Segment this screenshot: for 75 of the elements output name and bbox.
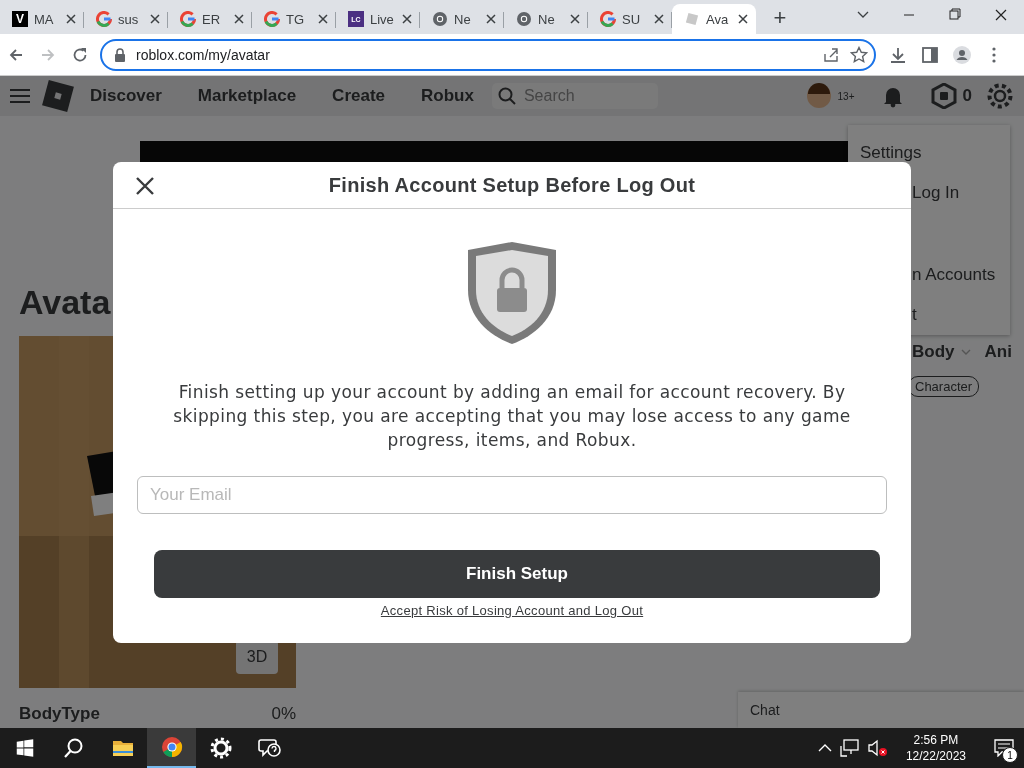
settings-icon[interactable] [986, 82, 1014, 110]
windows-start-icon[interactable] [15, 739, 34, 757]
nav-link[interactable]: Create [332, 86, 386, 106]
menu-icon[interactable] [10, 88, 30, 104]
gear-icon [208, 736, 233, 760]
robux-icon[interactable] [930, 83, 957, 109]
menu-item[interactable]: Settings [860, 142, 922, 163]
category-tab[interactable]: Ani [984, 342, 1012, 362]
browser-tab[interactable]: Ne [504, 4, 588, 34]
nav-link[interactable]: Discover [90, 86, 162, 106]
google-icon [600, 11, 616, 27]
google-icon [96, 11, 112, 27]
category-tab[interactable]: Body [912, 342, 971, 362]
close-icon[interactable] [738, 14, 748, 24]
search-icon [497, 87, 516, 105]
browser-tab[interactable]: Ne [420, 4, 504, 34]
browser-tab[interactable]: Ava [672, 4, 756, 34]
site-logo: V [12, 11, 28, 27]
new-tab-button[interactable]: + [766, 4, 794, 32]
star-icon[interactable] [850, 45, 868, 64]
download-icon[interactable] [889, 45, 907, 64]
shield-lock-icon [466, 240, 558, 346]
close-icon[interactable] [570, 14, 580, 24]
body-type-label: BodyType [19, 704, 100, 724]
close-icon[interactable] [234, 14, 244, 24]
modal-message: Finish setting up your account by adding an email for account recovery. By skipping this step, you are accepting that you may lose access to any game progress, items, and Robux. [172, 381, 852, 452]
nav-link[interactable]: Marketplace [197, 86, 297, 106]
page-heading: Avata [19, 283, 111, 322]
chrome-icon [432, 11, 448, 27]
menu-item[interactable]: t [912, 305, 917, 326]
share-icon[interactable] [822, 45, 840, 64]
google-icon [180, 11, 196, 27]
log-out-link[interactable]: Accept Risk of Losing Account and Log Out [380, 603, 644, 618]
close-icon[interactable] [486, 14, 496, 24]
browser-tab[interactable]: SU [588, 4, 672, 34]
help-chat-icon [257, 736, 282, 760]
network-icon[interactable] [839, 739, 860, 757]
browser-tab[interactable]: ER [168, 4, 252, 34]
robux-balance: 0 [962, 86, 972, 106]
chat-bar[interactable]: Chat [738, 692, 1024, 728]
notification-count: 1 [1002, 747, 1018, 763]
notification-button[interactable]: 1 [984, 728, 1024, 768]
caret-icon [960, 348, 971, 356]
avatar-icon[interactable] [805, 83, 832, 109]
modal-title: Finish Account Setup Before Log Out [328, 173, 696, 197]
close-icon[interactable] [318, 14, 328, 24]
caret-icon[interactable] [817, 743, 832, 753]
lock-icon [114, 47, 126, 62]
browser-tab[interactable]: V MA [0, 4, 84, 34]
profile-icon[interactable] [953, 45, 971, 64]
menu-item[interactable]: Log In [912, 182, 960, 203]
close-icon[interactable] [654, 14, 664, 24]
side-panel-icon[interactable] [921, 45, 939, 64]
finish-setup-button[interactable]: Finish Setup [154, 550, 880, 598]
clock-time: 2:56 PM [913, 732, 959, 748]
chrome-icon [516, 11, 532, 27]
chrome-icon [159, 735, 184, 759]
roblox-icon [684, 11, 700, 27]
age-label: 13+ [837, 90, 855, 102]
browser-tab[interactable]: TG [252, 4, 336, 34]
reload-icon[interactable] [71, 45, 89, 64]
google-icon [264, 11, 280, 27]
clock-date: 12/22/2023 [905, 748, 966, 764]
close-icon[interactable] [66, 14, 76, 24]
close-icon[interactable] [150, 14, 160, 24]
roblox-logo[interactable] [42, 80, 74, 112]
nav-link[interactable]: Robux [421, 86, 474, 106]
taskbar-app[interactable] [147, 728, 196, 768]
body-type-value: 0% [271, 704, 296, 724]
message-icon [994, 739, 1014, 757]
address-bar[interactable]: roblox.com/my/avatar [100, 38, 876, 71]
menu-item[interactable]: n Accounts [912, 265, 996, 286]
browser-tab[interactable]: sus [84, 4, 168, 34]
close-icon[interactable] [402, 14, 412, 24]
volume-muted-icon[interactable] [867, 739, 888, 757]
